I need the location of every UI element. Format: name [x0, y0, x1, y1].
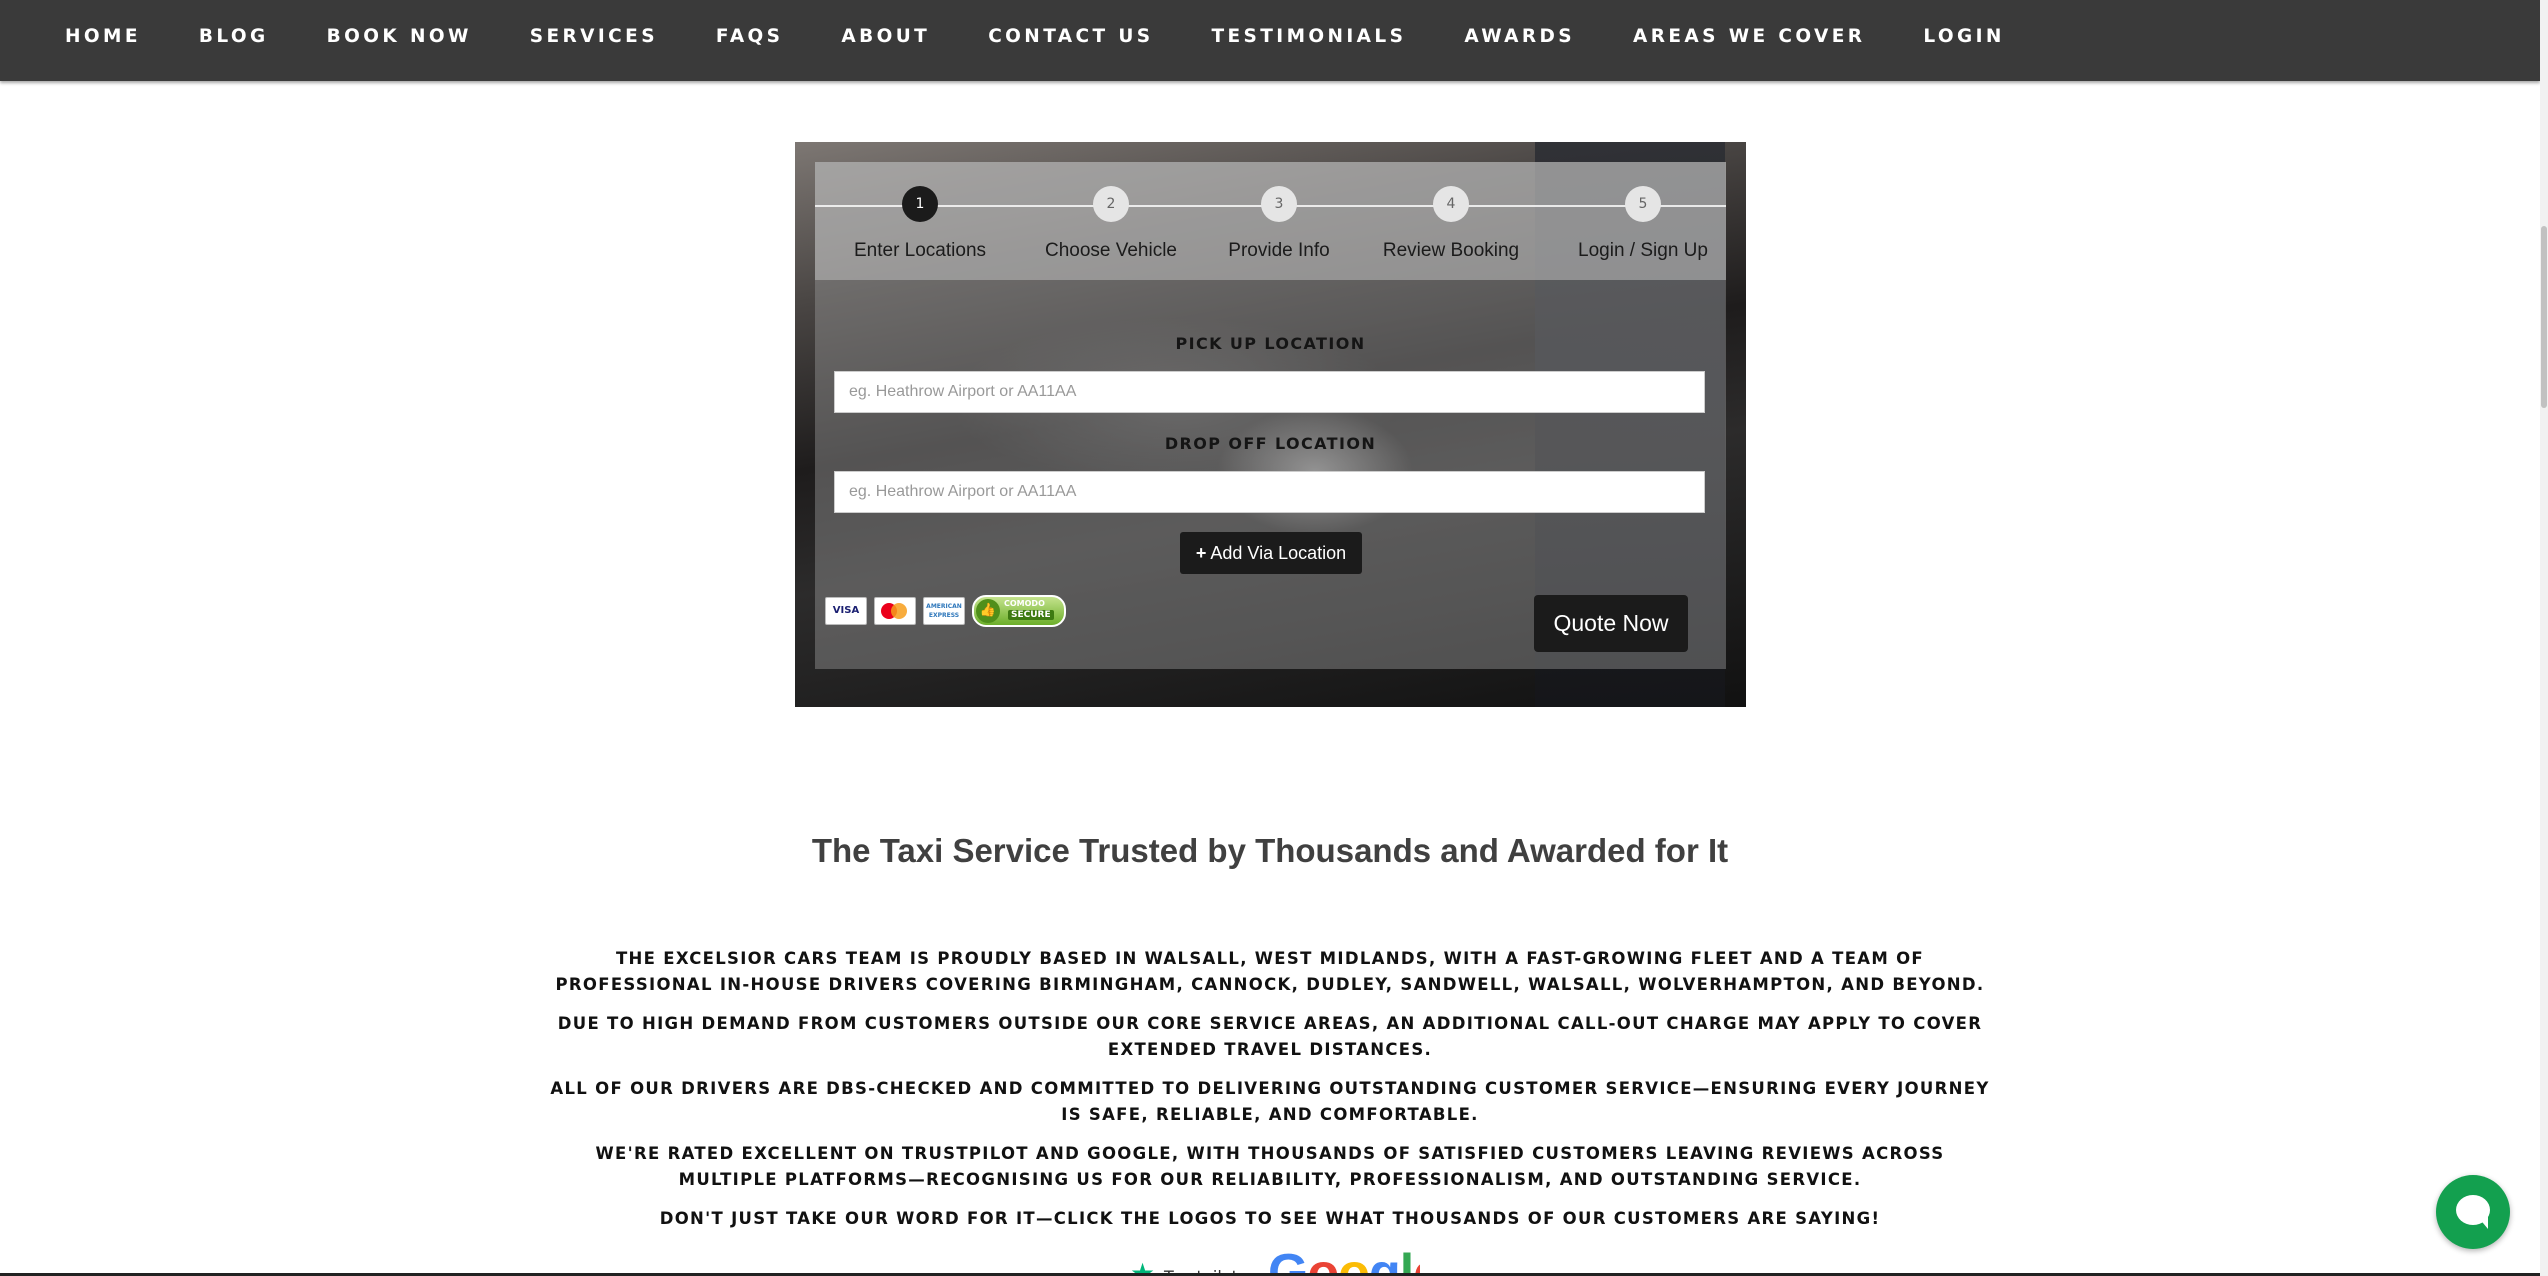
- nav-item-testimonials[interactable]: TESTIMONIALS: [1211, 26, 1406, 47]
- nav-item-blog[interactable]: BLOG: [199, 26, 269, 47]
- nav-item-areas-we-cover[interactable]: AREAS WE COVER: [1633, 26, 1865, 47]
- step-label: Provide Info: [1228, 240, 1330, 261]
- add-via-location-label: Add Via Location: [1210, 543, 1347, 563]
- intro-paragraph-3: ALL OF OUR DRIVERS ARE DBS-CHECKED AND C…: [550, 1079, 1990, 1124]
- step-label: Login / Sign Up: [1578, 240, 1708, 261]
- step-login-sign-up[interactable]: 5 Login / Sign Up: [1543, 162, 1743, 262]
- google-logo-letter: o: [1307, 1245, 1339, 1276]
- step-number: 1: [902, 186, 938, 222]
- visa-text: VISA: [832, 605, 860, 616]
- google-logo-letter: o: [1338, 1245, 1370, 1276]
- page-headline: The Taxi Service Trusted by Thousands an…: [811, 832, 1729, 869]
- top-navigation: HOME BLOG BOOK NOW SERVICES FAQS ABOUT C…: [0, 0, 2540, 81]
- seal-bottom-text: SECURE: [1008, 610, 1054, 620]
- booking-widget: 1 Enter Locations 2 Choose Vehicle 3 Pro…: [795, 142, 1746, 707]
- payment-logos: VISA AMERICAN EXPRESS 👍 COMODO SECURE: [825, 595, 1066, 627]
- intro-paragraph-5: DON'T JUST TAKE OUR WORD FOR IT—CLICK TH…: [659, 1209, 1881, 1228]
- nav-item-faqs[interactable]: FAQS: [716, 26, 783, 47]
- chat-bubble-tail: [2478, 1217, 2488, 1229]
- step-number: 3: [1261, 186, 1297, 222]
- intro-paragraph-4: WE'RE RATED EXCELLENT ON TRUSTPILOT AND …: [595, 1144, 1945, 1189]
- step-enter-locations[interactable]: 1 Enter Locations: [820, 162, 1020, 262]
- booking-steps: 1 Enter Locations 2 Choose Vehicle 3 Pro…: [815, 162, 1726, 280]
- nav-item-book-now[interactable]: BOOK NOW: [327, 26, 472, 47]
- chat-widget-button[interactable]: [2436, 1175, 2510, 1249]
- step-number: 5: [1625, 186, 1661, 222]
- step-review-booking[interactable]: 4 Review Booking: [1351, 162, 1551, 262]
- nav-menu: HOME BLOG BOOK NOW SERVICES FAQS ABOUT C…: [65, 0, 2063, 72]
- nav-item-login[interactable]: LOGIN: [1923, 26, 2004, 47]
- dropoff-location-input[interactable]: eg. Heathrow Airport or AA11AA: [834, 471, 1705, 513]
- step-number: 4: [1433, 186, 1469, 222]
- page-scrollbar[interactable]: [2540, 0, 2548, 1276]
- google-logo[interactable]: Google: [1268, 1245, 1420, 1276]
- intro-paragraph-1: THE EXCELSIOR CARS TEAM IS PROUDLY BASED…: [555, 949, 1985, 994]
- plus-icon: +: [1195, 543, 1207, 563]
- dropoff-label: DROP OFF LOCATION: [1164, 434, 1377, 453]
- review-logos: ★ Trustpilot Google: [1120, 1245, 1420, 1276]
- google-logo-letter: G: [1268, 1245, 1308, 1276]
- nav-item-contact-us[interactable]: CONTACT US: [988, 26, 1153, 47]
- nav-item-awards[interactable]: AWARDS: [1464, 26, 1575, 47]
- google-logo-letter: g: [1368, 1245, 1401, 1276]
- step-provide-info[interactable]: 3 Provide Info: [1179, 162, 1379, 262]
- add-via-location-button[interactable]: + Add Via Location: [1180, 532, 1362, 574]
- seal-top-text: COMODO: [1004, 599, 1045, 608]
- amex-text: AMERICAN EXPRESS: [926, 603, 962, 619]
- google-logo-letter: e: [1413, 1245, 1420, 1276]
- intro-paragraph-2: DUE TO HIGH DEMAND FROM CUSTOMERS OUTSID…: [557, 1014, 1983, 1059]
- amex-icon: AMERICAN EXPRESS: [923, 597, 965, 625]
- step-label: Enter Locations: [853, 240, 987, 261]
- scrollbar-thumb[interactable]: [2541, 226, 2547, 408]
- step-label: Review Booking: [1382, 240, 1520, 261]
- google-logo-letter: l: [1399, 1245, 1414, 1276]
- nav-item-services[interactable]: SERVICES: [530, 26, 658, 47]
- visa-icon: VISA: [825, 597, 867, 625]
- quote-now-button[interactable]: Quote Now: [1534, 595, 1688, 652]
- comodo-secure-seal-icon: 👍 COMODO SECURE: [972, 595, 1066, 627]
- nav-item-about[interactable]: ABOUT: [841, 26, 930, 47]
- step-number: 2: [1093, 186, 1129, 222]
- pickup-label: PICK UP LOCATION: [1175, 334, 1366, 353]
- nav-item-home[interactable]: HOME: [65, 26, 141, 47]
- mastercard-icon: [874, 597, 916, 625]
- thumbs-up-icon: 👍: [976, 599, 1000, 623]
- pickup-location-input[interactable]: eg. Heathrow Airport or AA11AA: [834, 371, 1705, 413]
